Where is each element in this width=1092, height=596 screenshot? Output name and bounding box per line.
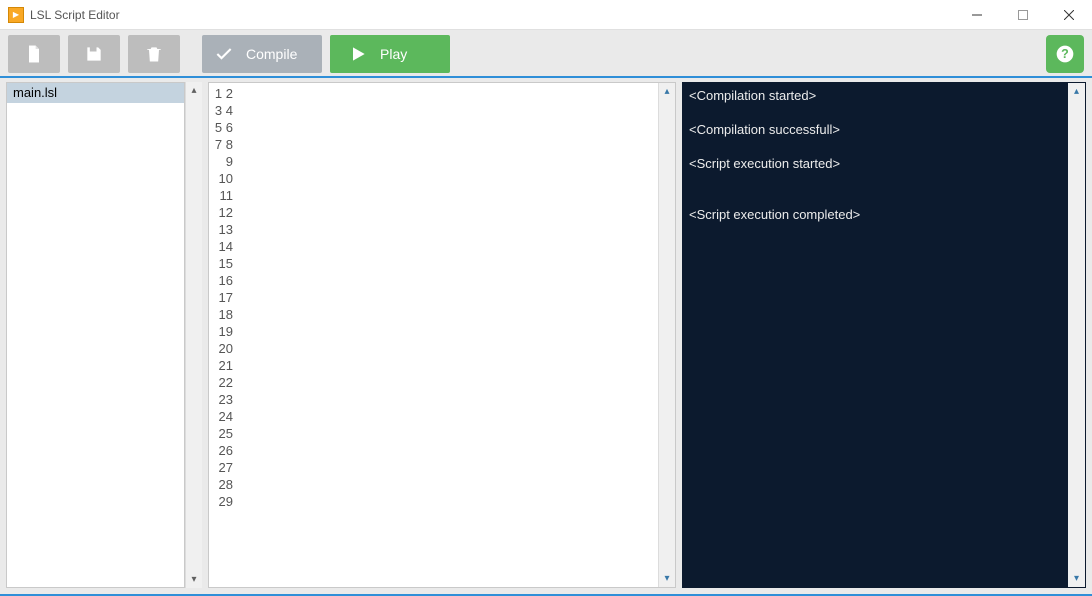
console-line	[689, 189, 1062, 206]
window-title: LSL Script Editor	[30, 8, 120, 22]
title-bar: LSL Script Editor	[0, 0, 1092, 30]
help-icon: ?	[1055, 44, 1075, 64]
file-list-scrollbar[interactable]: ▴ ▾	[185, 82, 202, 588]
scroll-down-icon[interactable]: ▾	[186, 571, 202, 588]
trash-icon	[144, 44, 164, 64]
window-controls	[954, 0, 1092, 29]
scroll-track[interactable]	[186, 99, 202, 571]
console-panel: <Compilation started> <Compilation succes…	[682, 82, 1086, 588]
scroll-down-icon[interactable]: ▾	[1068, 570, 1085, 587]
editor-scrollbar[interactable]: ▴ ▾	[658, 83, 675, 587]
maximize-button[interactable]	[1000, 0, 1046, 29]
console-line: <Script execution completed>	[689, 206, 1062, 223]
maximize-icon	[1018, 10, 1028, 20]
code-editor-panel: 1 2 3 4 5 6 7 8 9 10 11 12 13 14 15 16 1…	[208, 82, 676, 588]
close-button[interactable]	[1046, 0, 1092, 29]
file-item[interactable]: main.lsl	[7, 83, 184, 103]
scroll-up-icon[interactable]: ▴	[659, 83, 675, 100]
file-list[interactable]: main.lsl	[6, 82, 185, 588]
play-button[interactable]: Play	[330, 35, 450, 73]
console-line	[689, 138, 1062, 155]
new-file-button[interactable]	[8, 35, 60, 73]
close-icon	[1064, 10, 1074, 20]
console-line: <Compilation successfull>	[689, 121, 1062, 138]
file-list-panel: main.lsl ▴ ▾	[6, 82, 202, 588]
app-icon	[8, 7, 24, 23]
file-icon	[24, 44, 44, 64]
console-line: <Script execution started>	[689, 155, 1062, 172]
scroll-track[interactable]	[659, 100, 675, 570]
play-label: Play	[380, 46, 407, 62]
scroll-down-icon[interactable]: ▾	[659, 570, 675, 587]
scroll-up-icon[interactable]: ▴	[1068, 83, 1085, 100]
code-editor[interactable]	[239, 83, 658, 587]
help-button[interactable]: ?	[1046, 35, 1084, 73]
delete-button[interactable]	[128, 35, 180, 73]
svg-text:?: ?	[1061, 47, 1069, 61]
play-icon	[348, 44, 368, 64]
console-line	[689, 172, 1062, 189]
minimize-icon	[972, 10, 982, 20]
console-line: <Compilation started>	[689, 87, 1062, 104]
scroll-up-icon[interactable]: ▴	[186, 82, 202, 99]
main-area: main.lsl ▴ ▾ 1 2 3 4 5 6 7 8 9 10 11 12 …	[0, 76, 1092, 594]
save-icon	[84, 44, 104, 64]
console-scrollbar[interactable]: ▴ ▾	[1068, 83, 1085, 587]
save-button[interactable]	[68, 35, 120, 73]
check-icon	[214, 44, 234, 64]
compile-label: Compile	[246, 46, 297, 62]
minimize-button[interactable]	[954, 0, 1000, 29]
scroll-track[interactable]	[1068, 100, 1085, 570]
line-number-gutter: 1 2 3 4 5 6 7 8 9 10 11 12 13 14 15 16 1…	[209, 83, 239, 587]
console-output[interactable]: <Compilation started> <Compilation succes…	[683, 83, 1068, 587]
compile-button[interactable]: Compile	[202, 35, 322, 73]
toolbar: Compile Play ?	[0, 30, 1092, 78]
console-line	[689, 104, 1062, 121]
